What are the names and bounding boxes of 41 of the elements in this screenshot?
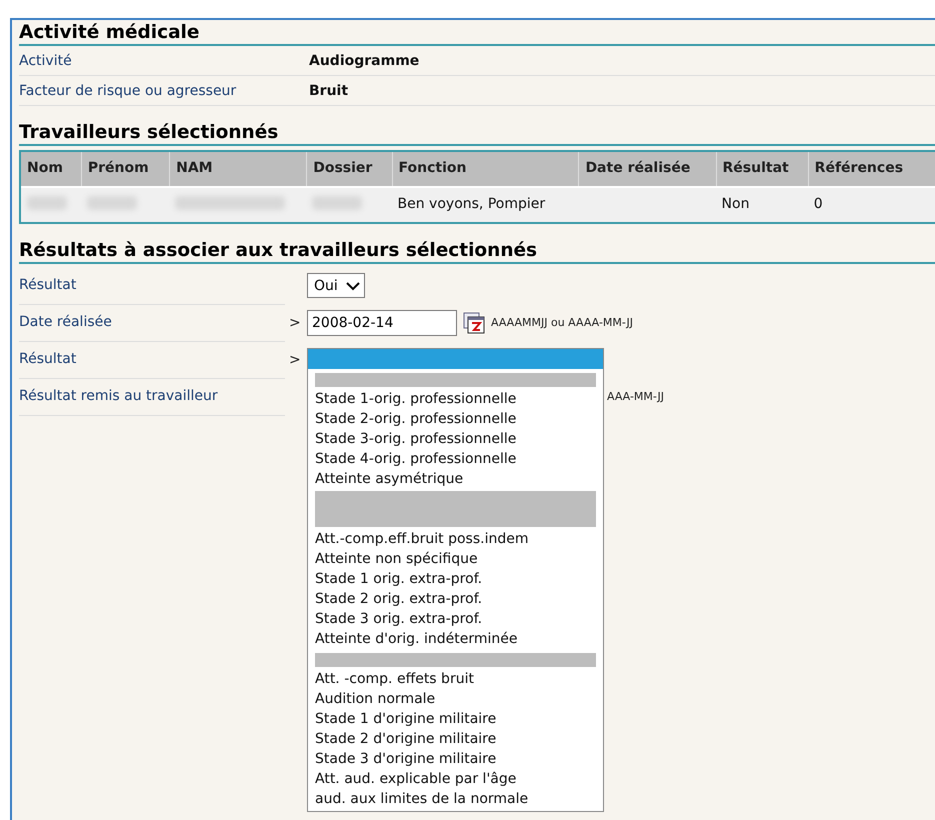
dropdown-option[interactable]: Stade 3-orig. professionnelle (308, 429, 603, 449)
column-header: Nom (26, 159, 64, 178)
section-title: Travailleurs sélectionnés (19, 120, 935, 146)
dropdown-option[interactable]: Atteinte asymétrique (308, 469, 603, 489)
dropdown-option[interactable]: Atteinte d'orig. indéterminée (308, 629, 603, 649)
format-hint: AAA-MM-JJ (607, 390, 664, 403)
dropdown-option[interactable]: Stade 1 d'origine militaire (308, 709, 603, 729)
dropdown-option[interactable]: Stade 2-orig. professionnelle (308, 409, 603, 429)
dropdown-option[interactable]: Stade 2 d'origine militaire (308, 729, 603, 749)
field-label: Activité (19, 52, 73, 68)
dropdown-option[interactable]: aud. aux limites de la normale (308, 789, 603, 809)
field-value: Audiogramme (309, 52, 420, 68)
dropdown-option[interactable]: Stade 1-orig. professionnelle (308, 389, 603, 409)
dropdown-option[interactable]: Att. aud. explicable par l'âge (308, 769, 603, 789)
date-field[interactable]: 2008-02-14 (307, 310, 457, 336)
dropdown-option[interactable]: Audition normale (308, 689, 603, 709)
result-select[interactable]: Oui (307, 273, 365, 298)
dropdown-option[interactable]: Stade 3 d'origine militaire (308, 749, 603, 769)
field-label: Résultat (19, 266, 285, 304)
dropdown-option[interactable]: Atteinte non spécifique (308, 549, 603, 569)
dropdown-option[interactable]: Att.-comp.eff.bruit poss.indem (308, 529, 603, 549)
field-value: Bruit (309, 82, 348, 98)
chevron-icon (346, 280, 360, 290)
table-cell: 0 (814, 196, 823, 212)
section-title: Activité médicale (19, 20, 935, 46)
required-marker: > (289, 352, 301, 368)
dropdown-option[interactable]: Stade 1 orig. extra-prof. (308, 569, 603, 589)
field-label: Résultat (19, 340, 285, 378)
field-label: Facteur de risque ou agresseur (19, 82, 238, 98)
section-title: Résultats à associer aux travailleurs sélectionnés (19, 238, 935, 264)
format-hint: AAAAMMJJ ou AAAA-MM-JJ (491, 316, 633, 329)
field-label: Date réalisée (19, 304, 285, 342)
required-marker: > (289, 314, 301, 330)
dropdown-option[interactable]: Stade 3 orig. extra-prof. (308, 609, 603, 629)
dropdown-option[interactable]: Stade 2 orig. extra-prof. (308, 589, 603, 609)
field-label: Résultat remis au travailleur (19, 378, 285, 416)
table-cell: Ben voyons, Pompier (398, 196, 546, 212)
dropdown-option[interactable]: Att. -comp. effets bruit (308, 669, 603, 689)
calendar-icon[interactable] (463, 312, 485, 334)
table-cell: Non (722, 196, 750, 212)
dropdown-option[interactable]: Stade 4-orig. professionnelle (308, 449, 603, 469)
